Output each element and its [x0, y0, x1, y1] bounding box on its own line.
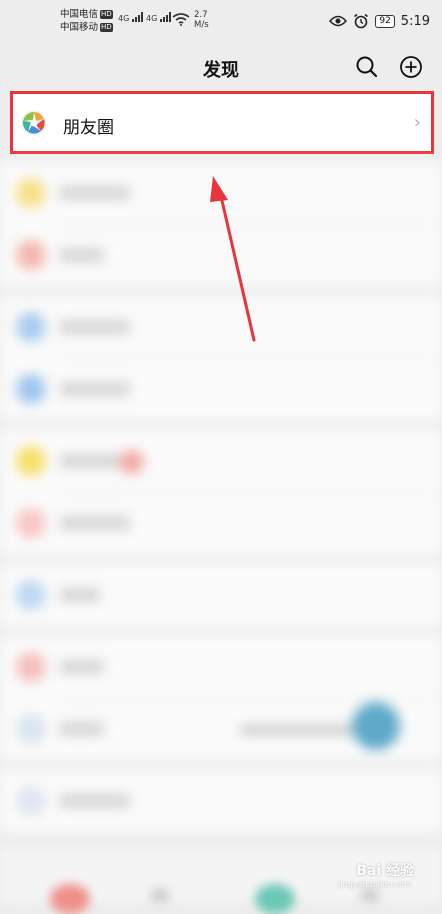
blurred-group-6	[0, 770, 442, 832]
wifi-icon	[172, 13, 190, 26]
clock: 5:19	[400, 13, 430, 29]
blurred-item	[0, 698, 442, 760]
network-type-2: 4G	[146, 14, 158, 23]
chevron-right-icon: ›	[413, 112, 421, 133]
blurred-group-3	[0, 430, 442, 554]
annotation-arrow	[210, 176, 256, 342]
blurred-item	[0, 564, 442, 626]
status-icons: 92 5:19	[329, 13, 430, 29]
status-bar: 中国电信 HD 中国移动 HD 4G 4G 2.7 M/s 92 5:19	[0, 0, 442, 40]
watermark: Bai 经验	[356, 863, 414, 879]
alarm-icon	[354, 13, 369, 29]
add-button[interactable]	[398, 54, 424, 80]
carrier-1: 中国电信 HD	[60, 9, 113, 21]
network-type-1: 4G	[118, 14, 130, 23]
hd-badge-2: HD	[100, 23, 113, 32]
moments-label: 朋友圈	[63, 118, 114, 138]
blurred-item	[0, 430, 442, 492]
blurred-group-5	[0, 636, 442, 760]
carrier-1-label: 中国电信	[60, 9, 99, 20]
blurred-item	[0, 770, 442, 832]
blurred-group-4	[0, 564, 442, 626]
signal-icon-2: 4G	[146, 12, 172, 23]
carrier-2: 中国移动 HD	[60, 22, 113, 34]
discover-header: 发现	[0, 40, 442, 92]
blurred-item	[0, 636, 442, 698]
watermark-url: jingyan.baidu.com	[338, 880, 412, 889]
battery-indicator: 92	[375, 14, 395, 28]
blurred-item	[0, 492, 442, 554]
moments-row[interactable]: 朋友圈 ›	[10, 91, 434, 154]
network-speed: 2.7 M/s	[194, 10, 209, 30]
eye-icon	[329, 15, 348, 27]
carrier-2-label: 中国移动	[60, 22, 99, 33]
blurred-item	[0, 358, 442, 420]
moments-aperture-icon	[21, 110, 47, 136]
hd-badge-1: HD	[100, 10, 113, 19]
search-icon[interactable]	[354, 54, 380, 80]
speed-unit: M/s	[194, 20, 209, 30]
signal-icon-1: 4G	[118, 12, 144, 23]
speed-value: 2.7	[194, 10, 208, 20]
